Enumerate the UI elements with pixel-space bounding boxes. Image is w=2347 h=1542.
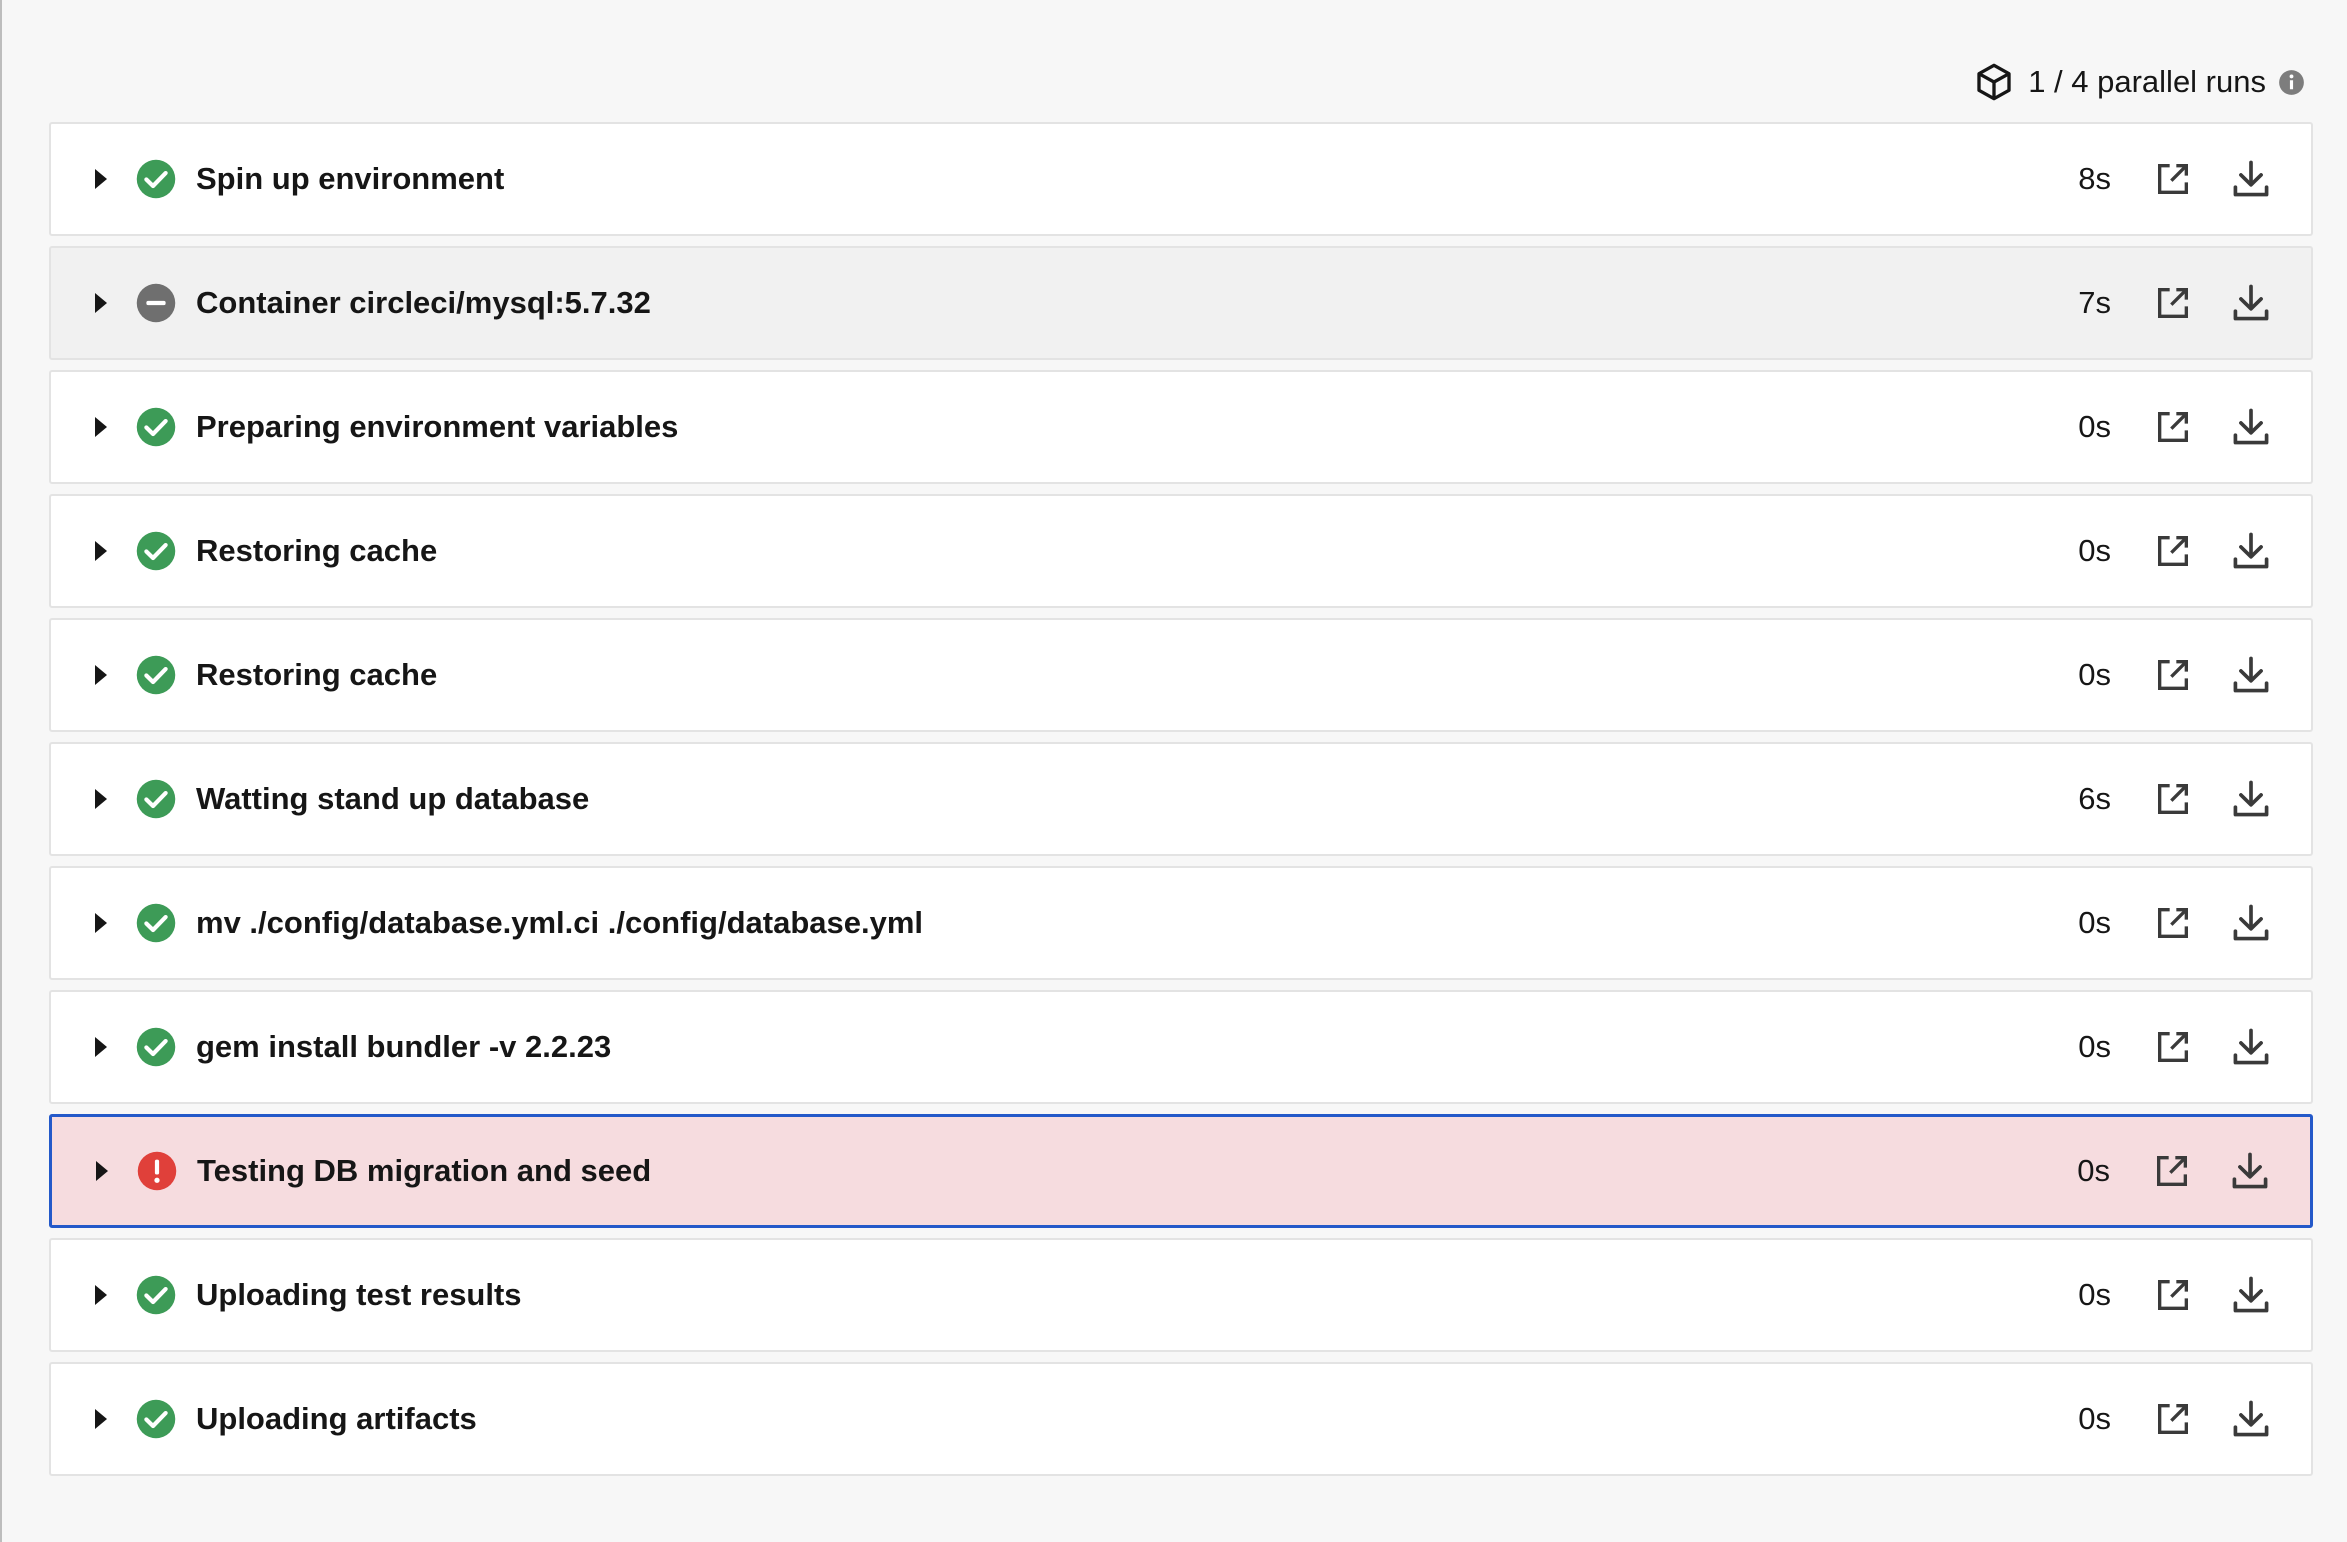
success-check-icon: [135, 654, 177, 696]
success-check-icon: [135, 778, 177, 820]
step-duration: 0s: [2078, 905, 2111, 940]
caret-right-icon[interactable]: [93, 663, 109, 687]
step-duration: 8s: [2078, 161, 2111, 196]
parallel-runs-indicator[interactable]: 1 / 4 parallel runs: [1974, 58, 2305, 106]
step-row[interactable]: gem install bundler -v 2.2.23 0s: [49, 990, 2313, 1104]
cube-icon: [1974, 62, 2014, 102]
caret-right-icon[interactable]: [93, 1035, 109, 1059]
step-label: Watting stand up database: [196, 781, 590, 816]
download-icon[interactable]: [2229, 1397, 2273, 1441]
download-icon[interactable]: [2229, 529, 2273, 573]
step-row[interactable]: Uploading artifacts 0s: [49, 1362, 2313, 1476]
open-external-icon[interactable]: [2153, 531, 2193, 571]
info-icon[interactable]: [2278, 69, 2305, 96]
open-external-icon[interactable]: [2153, 407, 2193, 447]
step-duration: 0s: [2078, 1029, 2111, 1064]
step-label: Restoring cache: [196, 657, 438, 692]
download-icon[interactable]: [2229, 777, 2273, 821]
step-row[interactable]: Watting stand up database 6s: [49, 742, 2313, 856]
canceled-minus-icon: [135, 282, 177, 324]
step-row[interactable]: Uploading test results 0s: [49, 1238, 2313, 1352]
step-row[interactable]: Restoring cache 0s: [49, 618, 2313, 732]
caret-right-icon[interactable]: [94, 1159, 110, 1183]
download-icon[interactable]: [2228, 1149, 2272, 1193]
download-icon[interactable]: [2229, 157, 2273, 201]
success-check-icon: [135, 406, 177, 448]
parallel-runs-label: 1 / 4 parallel runs: [2028, 64, 2266, 99]
caret-right-icon[interactable]: [93, 415, 109, 439]
step-duration: 0s: [2078, 657, 2111, 692]
open-external-icon[interactable]: [2153, 1399, 2193, 1439]
step-duration: 0s: [2078, 533, 2111, 568]
step-row[interactable]: Restoring cache 0s: [49, 494, 2313, 608]
open-external-icon[interactable]: [2153, 903, 2193, 943]
step-label: Preparing environment variables: [196, 409, 679, 444]
caret-right-icon[interactable]: [93, 539, 109, 563]
download-icon[interactable]: [2229, 901, 2273, 945]
step-label: Uploading artifacts: [196, 1401, 477, 1436]
step-duration: 0s: [2078, 1277, 2111, 1312]
success-check-icon: [135, 902, 177, 944]
open-external-icon[interactable]: [2153, 779, 2193, 819]
caret-right-icon[interactable]: [93, 167, 109, 191]
step-label: mv ./config/database.yml.ci ./config/dat…: [196, 905, 924, 940]
download-icon[interactable]: [2229, 1025, 2273, 1069]
step-row[interactable]: Preparing environment variables 0s: [49, 370, 2313, 484]
left-border: [0, 0, 2, 1542]
step-row[interactable]: Testing DB migration and seed 0s: [49, 1114, 2313, 1228]
step-row[interactable]: mv ./config/database.yml.ci ./config/dat…: [49, 866, 2313, 980]
step-label: gem install bundler -v 2.2.23: [196, 1029, 612, 1064]
step-duration: 0s: [2078, 409, 2111, 444]
caret-right-icon[interactable]: [93, 1407, 109, 1431]
open-external-icon[interactable]: [2152, 1151, 2192, 1191]
open-external-icon[interactable]: [2153, 655, 2193, 695]
step-label: Uploading test results: [196, 1277, 522, 1312]
caret-right-icon[interactable]: [93, 291, 109, 315]
step-duration: 6s: [2078, 781, 2111, 816]
step-duration: 7s: [2078, 285, 2111, 320]
step-label: Restoring cache: [196, 533, 438, 568]
step-list: Spin up environment 8s Container circlec…: [49, 122, 2313, 1486]
success-check-icon: [135, 1274, 177, 1316]
success-check-icon: [135, 1398, 177, 1440]
step-row[interactable]: Spin up environment 8s: [49, 122, 2313, 236]
open-external-icon[interactable]: [2153, 159, 2193, 199]
success-check-icon: [135, 1026, 177, 1068]
open-external-icon[interactable]: [2153, 283, 2193, 323]
caret-right-icon[interactable]: [93, 911, 109, 935]
open-external-icon[interactable]: [2153, 1027, 2193, 1067]
step-label: Container circleci/mysql:5.7.32: [196, 285, 651, 320]
caret-right-icon[interactable]: [93, 1283, 109, 1307]
failed-alert-icon: [136, 1150, 178, 1192]
success-check-icon: [135, 158, 177, 200]
caret-right-icon[interactable]: [93, 787, 109, 811]
step-label: Testing DB migration and seed: [197, 1153, 652, 1188]
step-duration: 0s: [2077, 1153, 2110, 1188]
step-row[interactable]: Container circleci/mysql:5.7.32 7s: [49, 246, 2313, 360]
download-icon[interactable]: [2229, 653, 2273, 697]
download-icon[interactable]: [2229, 405, 2273, 449]
download-icon[interactable]: [2229, 281, 2273, 325]
step-duration: 0s: [2078, 1401, 2111, 1436]
success-check-icon: [135, 530, 177, 572]
open-external-icon[interactable]: [2153, 1275, 2193, 1315]
step-label: Spin up environment: [196, 161, 505, 196]
download-icon[interactable]: [2229, 1273, 2273, 1317]
